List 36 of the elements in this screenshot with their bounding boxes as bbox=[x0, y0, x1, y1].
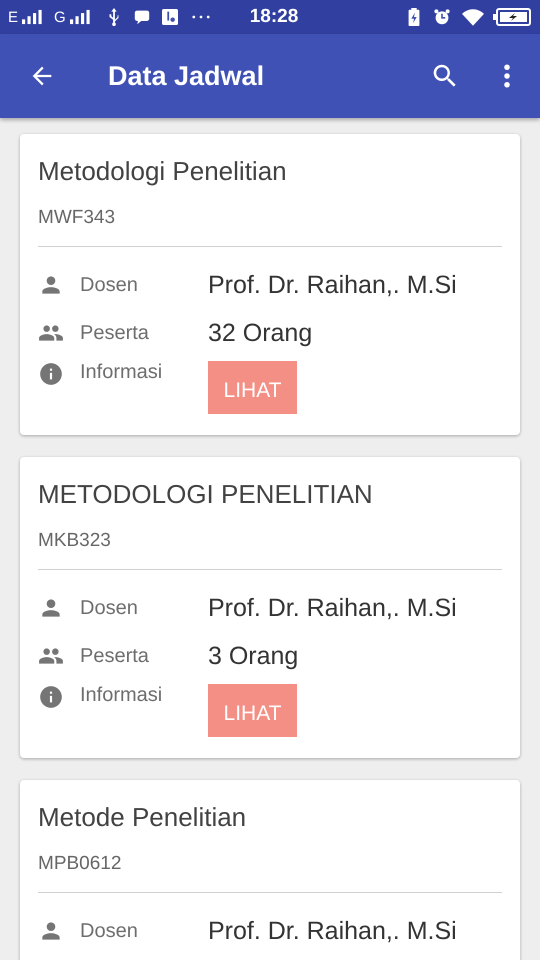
field-value: 3 Orang bbox=[208, 642, 298, 670]
clock-time: 18:28 bbox=[250, 6, 298, 28]
field-value: 32 Orang bbox=[208, 318, 312, 348]
signal-icon bbox=[22, 9, 44, 25]
alarm-icon bbox=[434, 8, 450, 26]
schedule-card[interactable]: METODOLOGI PENELITIAN MKB323 Dosen Prof. Dr. Raihan,. M.Si Peserta 3 Orang Informasi LIHAT bbox=[20, 457, 520, 758]
course-code: MPB0612 bbox=[38, 853, 122, 875]
charging-icon bbox=[406, 8, 422, 26]
course-code: MWF343 bbox=[38, 207, 116, 229]
signal-icon bbox=[70, 9, 92, 25]
info-icon bbox=[38, 684, 64, 710]
battery-icon bbox=[492, 8, 532, 26]
schedule-card[interactable]: Metode Penelitian MPB0612 Dosen Prof. Dr. Raihan,. M.Si bbox=[20, 780, 520, 960]
screen-title: Data Jadwal bbox=[108, 60, 266, 92]
schedule-card[interactable]: Metodologi Penelitian MWF343 Dosen Prof. Dr. Raihan,. M.Si Peserta 32 Orang Informasi LIHAT bbox=[20, 134, 520, 435]
usb-settings-icon bbox=[162, 8, 178, 26]
field-value: Prof. Dr. Raihan,. M.Si bbox=[208, 916, 457, 946]
field-label: Dosen bbox=[80, 596, 139, 620]
wifi-icon bbox=[462, 8, 484, 26]
field-value: Prof. Dr. Raihan,. M.Si bbox=[208, 270, 457, 300]
field-value: Prof. Dr. Raihan,. M.Si bbox=[208, 594, 457, 622]
more-notifications-icon bbox=[192, 15, 210, 19]
course-title: Metode Penelitian bbox=[38, 802, 248, 833]
field-label: Peserta bbox=[80, 322, 150, 344]
network-type: E bbox=[8, 8, 18, 26]
field-label: Peserta bbox=[80, 644, 150, 668]
course-code: MKB323 bbox=[38, 530, 112, 552]
field-label: Informasi bbox=[80, 361, 164, 384]
network-type: G bbox=[54, 8, 66, 26]
chat-icon bbox=[134, 8, 150, 26]
field-label: Dosen bbox=[80, 920, 139, 942]
info-icon bbox=[38, 361, 64, 387]
course-title: Metodologi Penelitian bbox=[38, 156, 288, 187]
field-label: Informasi bbox=[80, 684, 164, 707]
course-title: METODOLOGI PENELITIAN bbox=[38, 479, 374, 510]
field-label: Dosen bbox=[80, 274, 139, 296]
